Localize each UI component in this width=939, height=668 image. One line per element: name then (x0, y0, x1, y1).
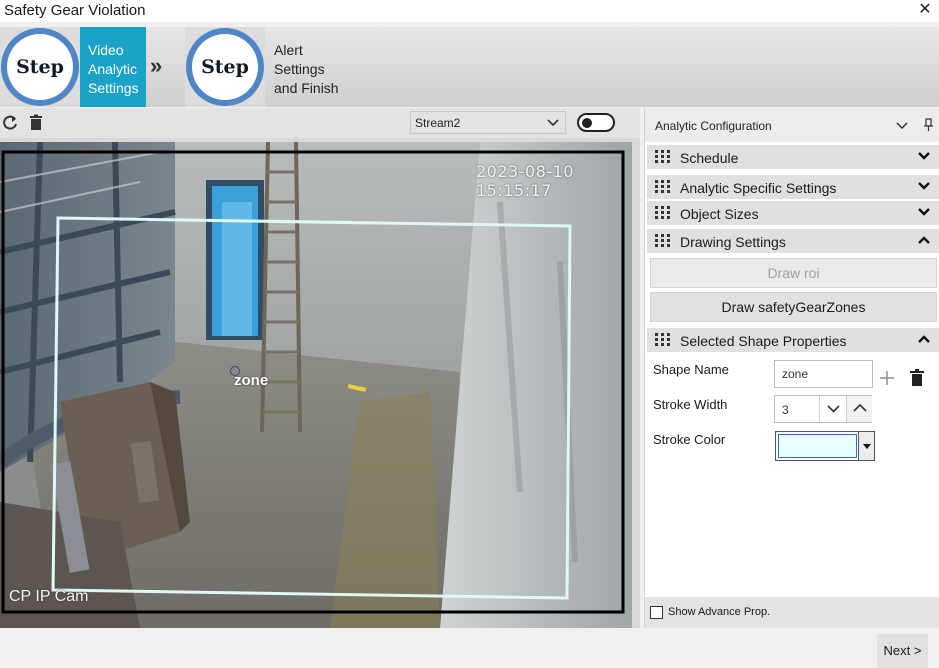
expand-chevron-icon (918, 208, 930, 216)
step-1-label-line-3: Settings (88, 80, 139, 96)
delete-shape-icon[interactable] (909, 369, 925, 387)
wizard-steps-bar: Step 1 Video Analytic Settings » Step 2 … (0, 27, 939, 144)
next-button[interactable]: Next > (877, 634, 928, 668)
stroke-width-value: 3 (782, 403, 789, 417)
stream-toggle[interactable] (577, 113, 615, 132)
stroke-color-swatch (778, 434, 857, 458)
config-title: Analytic Configuration (655, 119, 772, 133)
step-2-label-line-1: Alert (274, 42, 303, 58)
app-window: Safety Gear Violation ✕ Step 1 Video Ana… (0, 0, 939, 668)
chevron-down-icon (827, 405, 840, 413)
section-analytic-specific[interactable]: Analytic Specific Settings (647, 175, 939, 199)
chevron-down-icon[interactable] (895, 118, 909, 132)
section-selected-shape[interactable]: Selected Shape Properties (647, 328, 939, 352)
expand-chevron-icon (918, 152, 930, 160)
stroke-width-stepper[interactable]: 3 (774, 395, 872, 423)
draw-safety-gear-zones-button[interactable]: Draw safetyGearZones (650, 292, 937, 322)
shape-name-label: Shape Name (653, 362, 729, 377)
window-title: Safety Gear Violation (4, 2, 146, 19)
step-1-label-line-2: Analytic (88, 61, 138, 77)
step-2-label[interactable]: Alert Settings and Finish (274, 27, 354, 107)
section-object-sizes-label: Object Sizes (680, 206, 759, 222)
title-bar: Safety Gear Violation ✕ (0, 0, 939, 22)
camera-feed[interactable]: 2023-08-10 15:15:17 zone CP IP Cam (0, 142, 632, 628)
shape-name-input[interactable] (774, 360, 873, 388)
expand-chevron-icon (918, 182, 930, 190)
collapse-chevron-icon (918, 335, 930, 343)
section-selected-shape-label: Selected Shape Properties (680, 333, 847, 349)
drag-handle-icon (655, 150, 670, 163)
advance-options-bar: Show Advance Prop. (645, 597, 939, 628)
collapse-chevron-icon (918, 236, 930, 244)
draw-roi-button[interactable]: Draw roi (650, 258, 937, 288)
refresh-icon[interactable] (1, 114, 19, 132)
chevron-up-icon (853, 403, 867, 412)
add-icon[interactable] (879, 370, 895, 386)
drag-handle-icon (655, 206, 670, 219)
drag-handle-icon (655, 333, 670, 346)
section-analytic-specific-label: Analytic Specific Settings (680, 180, 837, 196)
close-button[interactable]: ✕ (917, 1, 933, 19)
step-1-badge[interactable]: Step 1 (0, 27, 80, 144)
step-2-label-line-2: Settings (274, 61, 325, 77)
footer: Next > (0, 628, 939, 668)
step-2-text: Step 2 (201, 56, 249, 144)
video-panel: Stream2 2023-08-10 15:15:17 zone CP IP C… (0, 108, 640, 628)
stroke-color-label: Stroke Color (653, 432, 726, 447)
camera-image (0, 142, 632, 628)
step-1-text: Step 1 (16, 56, 64, 144)
drag-handle-icon (655, 234, 670, 247)
caret-down-icon (863, 444, 871, 449)
video-toolbar: Stream2 (0, 108, 640, 138)
show-advance-label: Show Advance Prop. (668, 606, 771, 618)
video-timestamp: 2023-08-10 15:15:17 (476, 162, 574, 200)
section-drawing-settings-label: Drawing Settings (680, 234, 786, 250)
zone-label: zone (234, 372, 269, 389)
drag-handle-icon (655, 180, 670, 193)
step-separator-icon: » (150, 53, 162, 78)
show-advance-checkbox[interactable] (650, 606, 663, 619)
section-object-sizes[interactable]: Object Sizes (647, 201, 939, 225)
section-drawing-settings[interactable]: Drawing Settings (647, 229, 939, 253)
config-header: Analytic Configuration (645, 108, 939, 142)
step-2-label-line-3: and Finish (274, 80, 339, 96)
stroke-color-picker[interactable] (775, 431, 875, 461)
stream-select[interactable]: Stream2 (410, 111, 566, 134)
section-schedule[interactable]: Schedule (647, 145, 939, 169)
trash-icon[interactable] (27, 114, 45, 132)
step-1-label[interactable]: Video Analytic Settings (80, 27, 146, 107)
stroke-width-increment-button[interactable] (846, 396, 872, 422)
pin-icon[interactable] (921, 118, 935, 132)
step-1-label-line-1: Video (88, 42, 124, 58)
analytic-configuration-panel: Analytic Configuration Schedule Analytic… (644, 108, 939, 628)
stroke-width-label: Stroke Width (653, 397, 728, 412)
stroke-width-decrement-button[interactable] (819, 396, 846, 422)
section-schedule-label: Schedule (680, 150, 739, 166)
stream-select-value: Stream2 (415, 116, 461, 130)
step-2-badge[interactable]: Step 2 (185, 27, 265, 144)
camera-name: CP IP Cam (9, 588, 89, 605)
stroke-color-dropdown[interactable] (858, 432, 874, 460)
chevron-down-icon (547, 119, 559, 127)
